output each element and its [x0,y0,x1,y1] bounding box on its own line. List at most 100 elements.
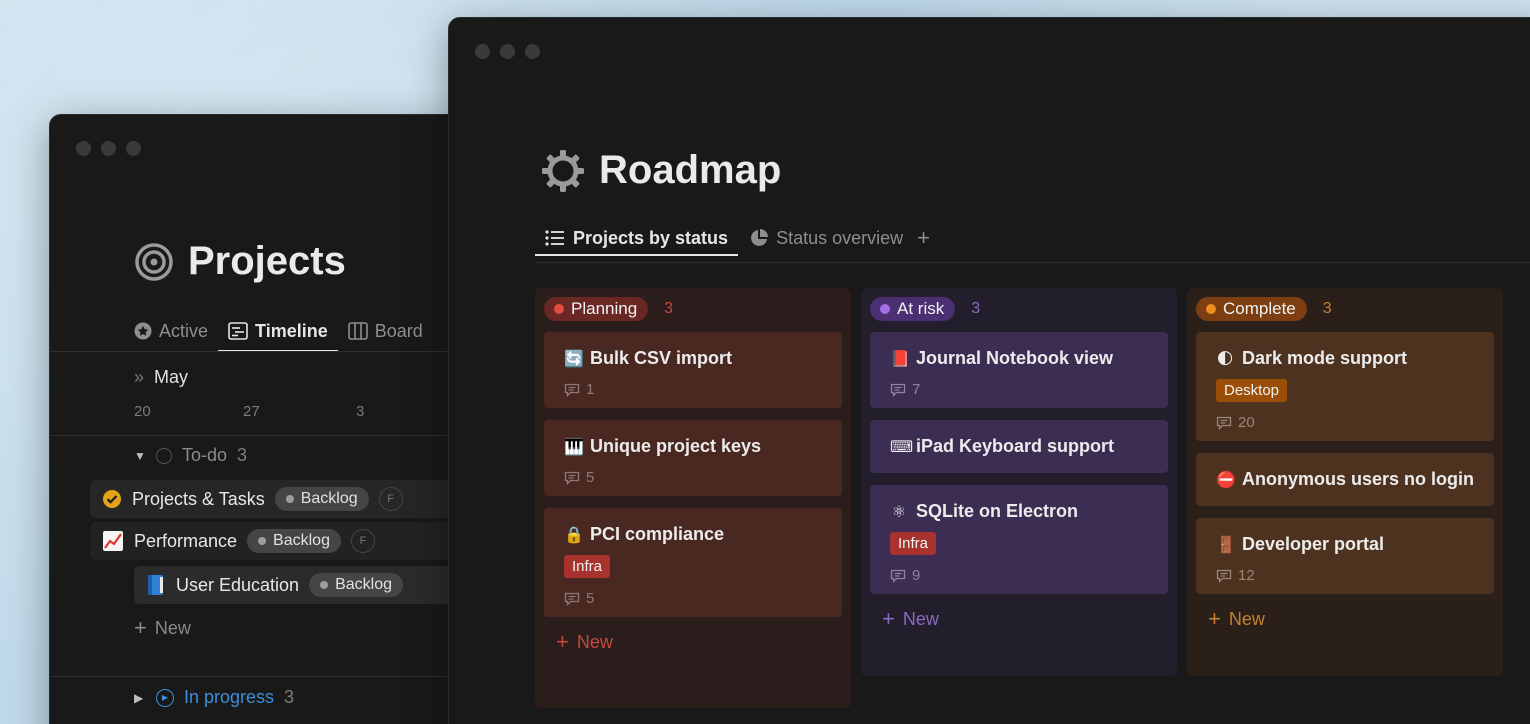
gear-icon [542,149,584,192]
star-circle-icon [134,322,152,340]
comment-icon [564,471,580,485]
comment-icon [564,592,580,606]
keyboard-icon: ⌨ [890,438,914,456]
page-title: Roadmap [541,148,781,193]
board-card[interactable]: 🔒 PCI compliance Infra 5 [544,508,842,617]
group-count: 3 [237,445,248,465]
group-in-progress-header[interactable]: ▶ ▶ In progress 3 [134,687,294,708]
view-tabs: Projects by status Status overview + [534,218,930,258]
close-dot[interactable] [475,44,490,59]
close-dot[interactable] [76,141,91,156]
column-header: At risk 3 [870,296,1168,322]
double-chevron-right-icon[interactable]: » [134,367,144,388]
divider [50,676,508,677]
half-moon-icon: 🌓 [1216,350,1234,368]
target-icon [135,242,173,281]
page-title: Projects [134,239,346,284]
board-card[interactable]: ⛔ Anonymous users no login [1196,453,1494,506]
card-title: Journal Notebook view [916,348,1114,368]
tab-board[interactable]: Board [347,311,423,351]
plus-icon: + [134,615,147,640]
tab-label: Timeline [255,320,328,341]
minimize-dot[interactable] [500,44,515,59]
comment-icon [890,569,906,583]
window-controls [76,141,141,156]
new-label: New [576,631,613,652]
tab-status-overview[interactable]: Status overview [750,218,903,258]
minimize-dot[interactable] [101,141,116,156]
board-card[interactable]: 📕 Journal Notebook view 7 [870,332,1168,408]
new-card-button[interactable]: + New [544,629,842,655]
blue-book-icon [148,575,163,595]
avatar[interactable]: F [378,487,403,511]
status-pill[interactable]: Backlog [309,573,403,597]
comment-icon [1216,416,1232,430]
month-label: May [154,367,189,387]
chart-increasing-icon [103,531,123,551]
comment-icon [890,383,906,397]
column-count: 3 [971,300,981,317]
column-header: Planning 3 [544,296,842,322]
new-card-button[interactable]: + New [870,606,1168,632]
new-card-button[interactable]: + New [1196,606,1494,632]
new-item-button[interactable]: + New [134,615,191,641]
page-title-text: Roadmap [599,148,782,192]
maximize-dot[interactable] [525,44,540,59]
divider [50,351,508,352]
status-pill[interactable]: Backlog [274,487,369,511]
new-label: New [902,608,939,629]
in-progress-icon: ▶ [156,688,174,707]
group-label: To-do [182,445,228,465]
status-badge[interactable]: Complete [1196,297,1307,321]
board-card[interactable]: ⌨ iPad Keyboard support [870,420,1168,473]
row-title: Performance [134,530,238,551]
status-label: Backlog [273,532,330,549]
maximize-dot[interactable] [126,141,141,156]
status-badge[interactable]: Planning [544,297,649,321]
list-icon [545,230,564,246]
card-title: Anonymous users no login [1242,469,1475,489]
triangle-right-icon[interactable]: ▶ [134,691,146,705]
board-card[interactable]: ⚛ SQLite on Electron Infra 9 [870,485,1168,594]
status-pill[interactable]: Backlog [247,529,341,553]
comment-icon [564,383,580,397]
timeline-row[interactable]: Projects & Tasks Backlog F [90,480,508,518]
avatar[interactable]: F [350,529,375,553]
piano-icon: 🎹 [564,438,584,456]
row-title: Projects & Tasks [132,488,265,509]
window-controls [475,44,540,59]
page-title-text: Projects [188,239,346,283]
tab-projects-by-status[interactable]: Projects by status [534,218,739,258]
timeline-month-header: » May [134,367,188,388]
board-card[interactable]: 🌓 Dark mode support Desktop 20 [1196,332,1494,441]
card-title: Dark mode support [1242,348,1408,368]
roadmap-window: Roadmap Projects by status Status overvi… [448,17,1530,724]
board-card[interactable]: 🔄 Bulk CSV import 1 [544,332,842,408]
add-view-plus-icon[interactable]: + [917,225,930,251]
status-label: Backlog [335,576,392,593]
new-label: New [1228,608,1265,629]
red-book-icon: 📕 [890,350,910,368]
timeline-row[interactable]: Performance Backlog F [90,522,508,560]
tab-active[interactable]: Active [134,311,208,351]
plus-icon: + [1208,606,1221,631]
tab-label: Projects by status [573,227,729,248]
tab-timeline[interactable]: Timeline [218,311,338,352]
board-icon [347,322,368,340]
card-title: Bulk CSV import [590,348,733,368]
board-column-planning: Planning 3 🔄 Bulk CSV import 1 🎹 Unique pr… [535,288,851,708]
column-count: 3 [664,300,674,317]
board-card[interactable]: 🎹 Unique project keys 5 [544,420,842,496]
atom-icon: ⚛ [891,503,907,521]
tab-label: Status overview [776,227,904,248]
status-label: Complete [1223,299,1296,318]
board-card[interactable]: 🚪 Developer portal 12 [1196,518,1494,594]
status-label: At risk [897,299,945,318]
comment-count: 7 [912,381,921,398]
group-todo-header[interactable]: ▼ To-do 3 [134,445,247,466]
day-label: 27 [243,403,260,420]
triangle-down-icon[interactable]: ▼ [134,449,146,463]
status-badge[interactable]: At risk [870,297,956,321]
tag-infra: Infra [890,532,937,555]
comment-count: 9 [912,567,921,584]
